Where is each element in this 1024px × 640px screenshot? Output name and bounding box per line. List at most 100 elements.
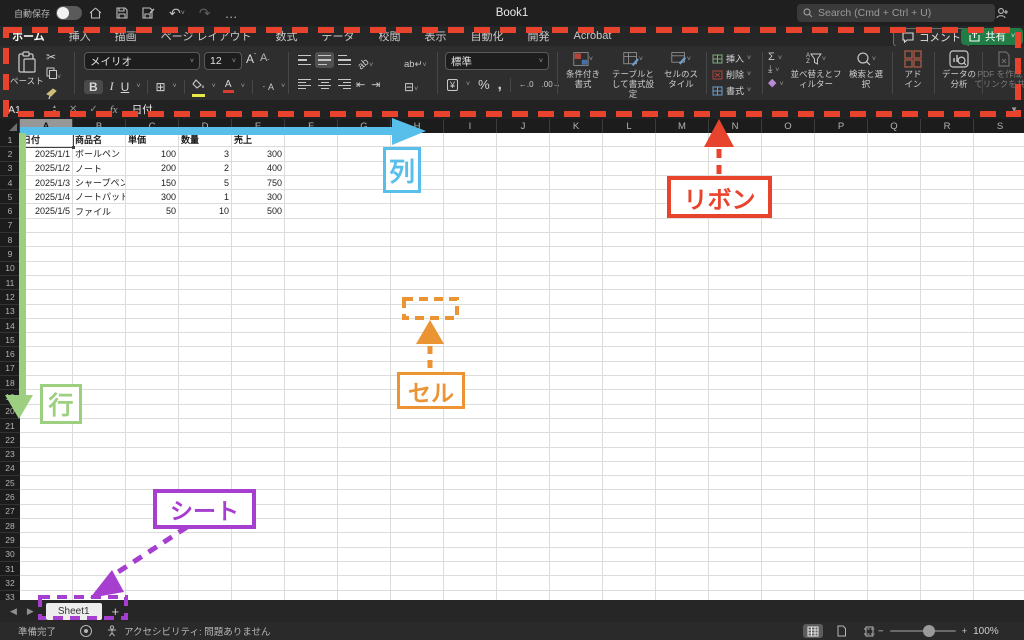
cell[interactable] [73,447,126,462]
cell[interactable] [709,275,762,291]
cell[interactable] [921,576,974,591]
cell[interactable] [126,333,179,348]
cell[interactable] [921,376,974,391]
cell[interactable] [391,376,444,391]
cell[interactable]: ノート [73,161,126,176]
cell[interactable] [232,376,285,391]
borders-icon[interactable]: ⊞ [155,80,165,94]
fill-icon[interactable]: ⤓ ˅ [768,64,784,75]
cell[interactable]: 2025/1/5 [20,204,73,219]
cell[interactable] [20,418,73,434]
cell[interactable] [391,476,444,491]
cell[interactable] [815,347,868,362]
cell[interactable] [815,318,868,334]
cell[interactable] [497,347,550,362]
cell[interactable] [656,404,709,419]
cell[interactable] [709,218,762,234]
cell[interactable] [550,190,603,205]
cell[interactable] [444,476,497,491]
ribbon-tab[interactable]: 開発 [526,26,552,47]
cell[interactable] [285,433,338,448]
cell[interactable] [444,390,497,405]
row-header[interactable]: 8 [0,233,20,248]
cell[interactable] [815,476,868,491]
cell[interactable] [974,419,1024,434]
find-select-button[interactable]: ˅ 検索と選択 [846,50,886,90]
cell[interactable] [391,519,444,534]
macro-record-icon[interactable] [80,625,93,637]
cell[interactable] [497,290,550,305]
cell[interactable] [921,261,974,276]
cell[interactable] [391,275,444,291]
cell[interactable] [497,576,550,591]
cell[interactable] [868,490,921,505]
cell[interactable] [391,418,444,434]
cell[interactable] [20,504,73,520]
cell[interactable] [126,376,179,391]
cell[interactable] [603,404,656,419]
cell[interactable] [73,304,126,319]
cell[interactable] [391,261,444,276]
cell[interactable] [974,376,1024,391]
cell[interactable] [232,247,285,262]
cell[interactable] [550,519,603,534]
cell[interactable] [603,147,656,162]
clear-icon[interactable]: ◆ ˅ [768,76,784,89]
cut-icon[interactable]: ✂ [46,50,61,64]
align-left-icon[interactable] [295,76,314,92]
cell[interactable]: 日付 [20,133,73,148]
row-header[interactable]: 16 [0,347,20,362]
cell[interactable] [815,447,868,462]
cell[interactable] [921,290,974,305]
cell[interactable] [868,461,921,477]
cell[interactable] [921,161,974,176]
cell[interactable] [444,433,497,448]
cell[interactable] [126,247,179,262]
cell[interactable] [126,576,179,591]
cell[interactable] [444,533,497,548]
cell[interactable] [232,347,285,362]
cell[interactable] [285,561,338,577]
cell[interactable] [391,490,444,505]
cell[interactable] [497,147,550,162]
cell[interactable] [815,147,868,162]
zoom-slider-knob[interactable] [922,625,935,637]
cell[interactable] [656,547,709,562]
row-header[interactable]: 6 [0,204,20,219]
cell[interactable] [656,333,709,348]
cell[interactable] [20,333,73,348]
share-button[interactable]: 共有 ˅ [961,28,1024,45]
cell[interactable] [762,590,815,600]
row-header[interactable]: 4 [0,175,20,191]
page-break-view-button[interactable] [859,624,879,638]
row-header[interactable]: 31 [0,561,20,577]
cell[interactable] [656,504,709,520]
cell[interactable] [762,333,815,348]
cell[interactable] [709,576,762,591]
row-header[interactable]: 2 [0,147,20,162]
cell[interactable] [709,490,762,505]
cell[interactable] [20,233,73,248]
cell[interactable] [921,504,974,520]
cell[interactable] [762,147,815,162]
cell[interactable] [497,204,550,219]
cell[interactable] [709,418,762,434]
row-header[interactable]: 33 [0,590,20,600]
cell[interactable] [868,175,921,191]
row-header[interactable]: 15 [0,333,20,348]
cell[interactable] [444,190,497,205]
cell[interactable] [338,233,391,248]
cell[interactable] [974,476,1024,491]
cell[interactable] [550,576,603,591]
cell[interactable] [550,376,603,391]
cell[interactable] [179,347,232,362]
cell[interactable] [391,333,444,348]
cell[interactable] [497,418,550,434]
cell[interactable] [603,547,656,562]
cell[interactable] [338,261,391,276]
fill-color-icon[interactable] [191,76,205,97]
wrap-text-icon[interactable]: ab↵˅ [404,54,427,72]
cell[interactable] [868,418,921,434]
cell[interactable] [497,447,550,462]
cell[interactable] [232,218,285,234]
